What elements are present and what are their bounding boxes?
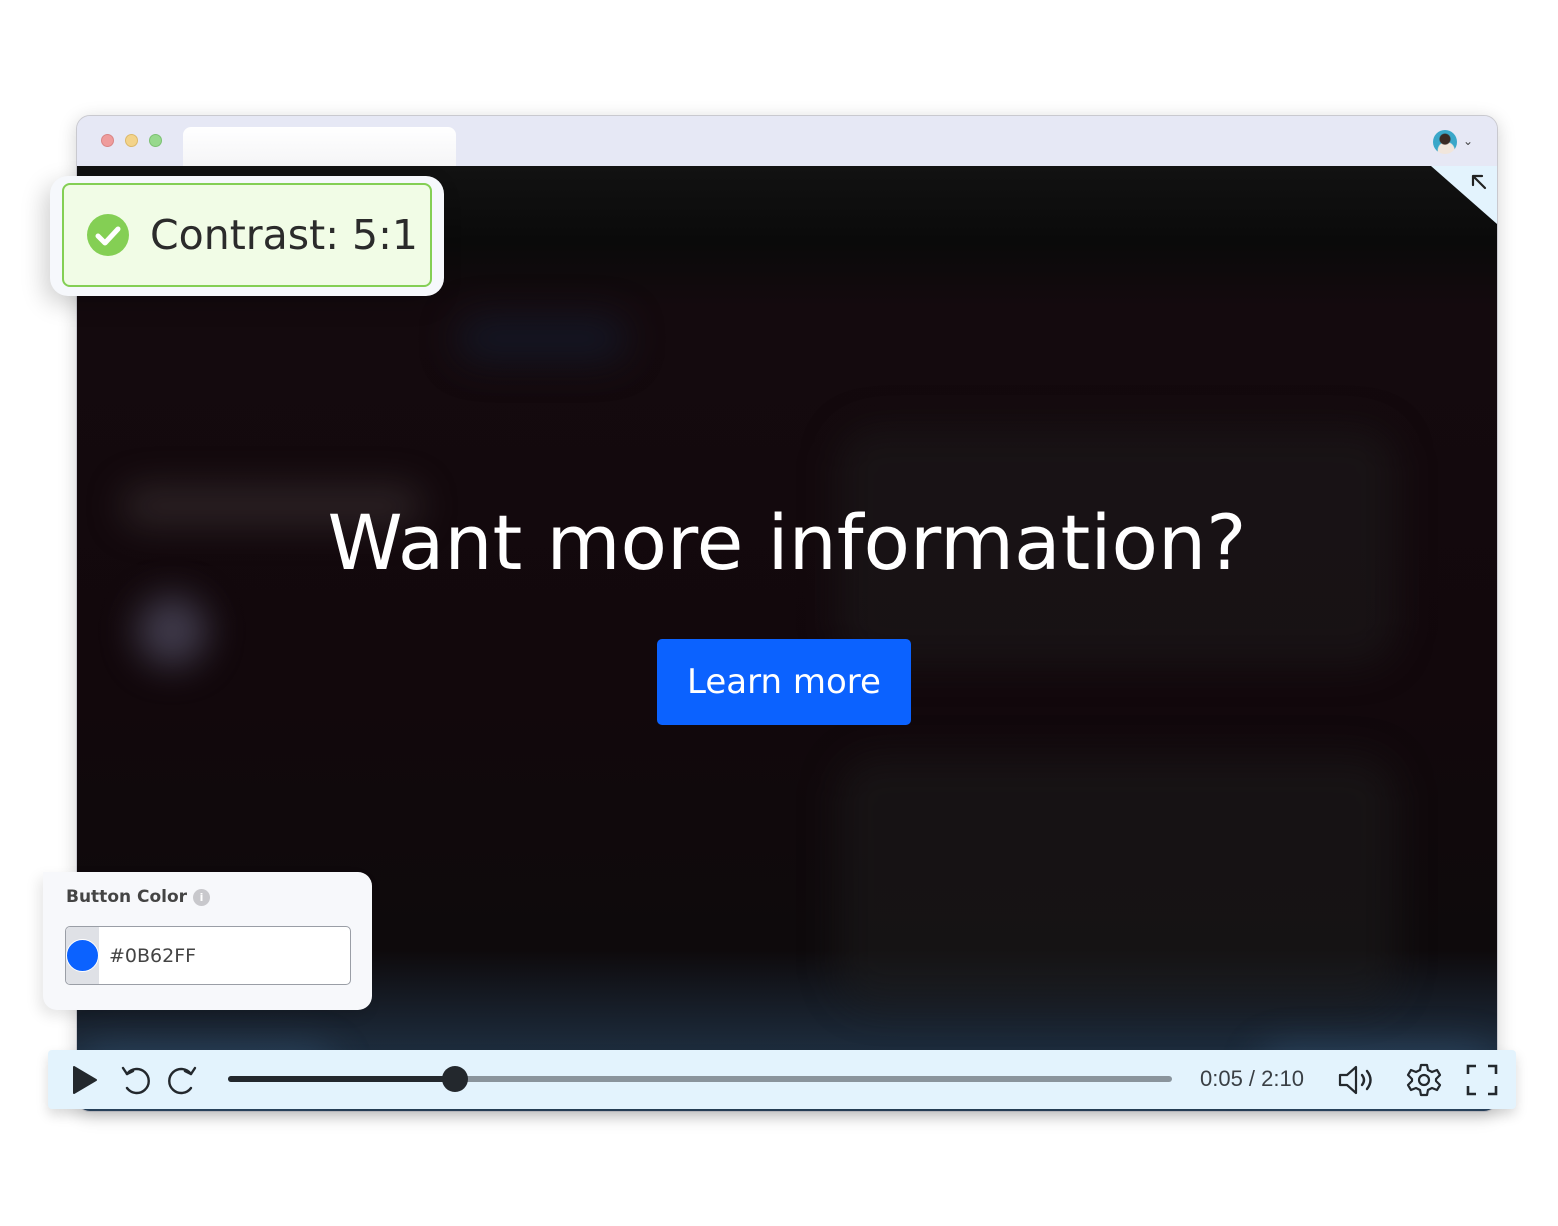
arrow-up-left-icon[interactable] <box>1469 172 1489 192</box>
blurred-background <box>837 756 1397 1006</box>
color-swatch-button[interactable] <box>66 927 99 984</box>
contrast-badge-inner: Contrast: 5:1 <box>62 183 432 287</box>
check-circle-icon <box>87 214 129 256</box>
time-display: 0:05 / 2:10 <box>1200 1066 1304 1091</box>
progress-fill <box>228 1076 455 1082</box>
volume-icon <box>1338 1065 1372 1095</box>
color-picker-field[interactable] <box>65 926 351 985</box>
avatar[interactable] <box>1433 130 1457 154</box>
learn-more-button[interactable]: Learn more <box>657 639 911 725</box>
contrast-ratio-label: Contrast: 5:1 <box>150 211 419 259</box>
maximize-window-button[interactable] <box>149 134 162 147</box>
settings-button[interactable] <box>1406 1062 1442 1098</box>
color-swatch <box>66 939 99 972</box>
contrast-badge: Contrast: 5:1 <box>50 176 444 296</box>
browser-titlebar: ⌄ <box>77 116 1497 166</box>
progress-bar[interactable] <box>228 1066 1172 1092</box>
rewind-button[interactable] <box>118 1062 154 1098</box>
blurred-background <box>457 316 627 361</box>
gear-icon <box>1406 1063 1442 1097</box>
button-color-panel: Button Color i <box>43 872 372 1010</box>
progress-thumb[interactable] <box>441 1066 468 1092</box>
fullscreen-icon <box>1466 1064 1498 1096</box>
chevron-down-icon[interactable]: ⌄ <box>1461 134 1475 148</box>
minimize-window-button[interactable] <box>125 134 138 147</box>
play-button[interactable] <box>66 1062 102 1098</box>
forward-icon <box>168 1066 197 1095</box>
button-color-label: Button Color i <box>66 887 211 907</box>
forward-button[interactable] <box>164 1062 200 1098</box>
info-icon[interactable]: i <box>193 888 211 906</box>
button-color-title: Button Color <box>66 887 188 907</box>
hex-color-input[interactable] <box>99 927 350 984</box>
window-controls <box>101 134 162 147</box>
rewind-icon <box>121 1066 150 1095</box>
player-controls: 0:05 / 2:10 <box>48 1050 1516 1109</box>
volume-button[interactable] <box>1336 1062 1380 1098</box>
video-headline: Want more information? <box>327 498 1247 587</box>
browser-tab[interactable] <box>183 127 456 166</box>
fullscreen-button[interactable] <box>1464 1062 1500 1098</box>
play-icon <box>73 1066 97 1094</box>
close-window-button[interactable] <box>101 134 114 147</box>
blurred-background <box>137 596 207 666</box>
